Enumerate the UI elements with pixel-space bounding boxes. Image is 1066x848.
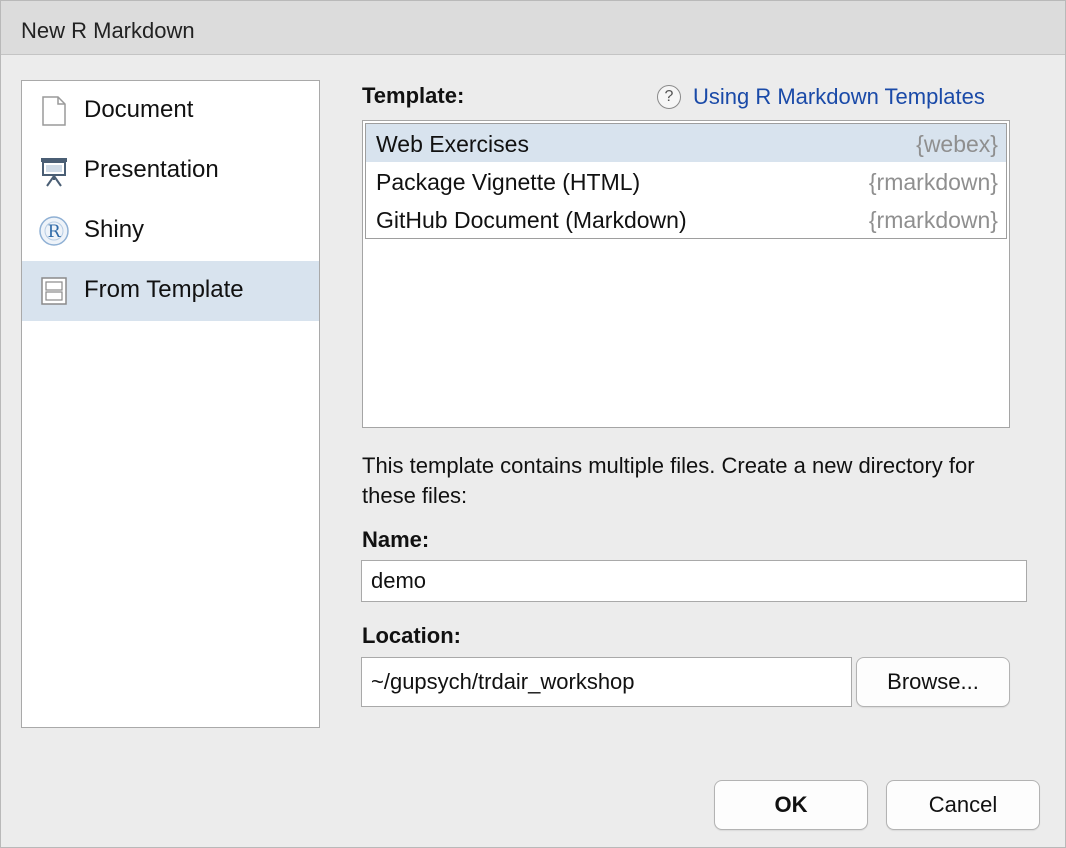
sidebar-item-shiny[interactable]: R Shiny: [22, 201, 319, 261]
sidebar-item-label: Presentation: [84, 156, 219, 183]
presentation-icon: [38, 155, 70, 187]
browse-button[interactable]: Browse...: [856, 657, 1010, 707]
sidebar-item-label: Document: [84, 96, 194, 123]
format-sidebar: Document Presentation R Shiny From Templ…: [21, 80, 320, 728]
sidebar-item-label: Shiny: [84, 216, 145, 243]
location-label: Location:: [362, 623, 461, 648]
help-icon: ?: [657, 85, 681, 109]
template-icon: [38, 275, 70, 307]
template-package: {rmarkdown}: [868, 207, 998, 233]
name-input[interactable]: [361, 560, 1027, 602]
template-label: Template:: [362, 83, 465, 108]
cancel-button[interactable]: Cancel: [886, 780, 1040, 830]
sidebar-item-from-template[interactable]: From Template: [22, 261, 319, 321]
shiny-icon: R: [38, 215, 70, 247]
template-item-github-document[interactable]: GitHub Document (Markdown) {rmarkdown}: [366, 200, 1006, 238]
document-icon: [38, 95, 70, 127]
ok-button[interactable]: OK: [714, 780, 868, 830]
title-bar: New R Markdown: [1, 1, 1065, 55]
new-r-markdown-dialog: New R Markdown Document Presentation R S…: [0, 0, 1066, 848]
template-item-web-exercises[interactable]: Web Exercises {webex}: [366, 124, 1006, 162]
dialog-title: New R Markdown: [21, 18, 195, 43]
template-name: Web Exercises: [376, 131, 529, 157]
svg-text:R: R: [48, 222, 62, 242]
template-description: This template contains multiple files. C…: [362, 453, 975, 508]
sidebar-item-document[interactable]: Document: [22, 81, 319, 141]
template-item-package-vignette[interactable]: Package Vignette (HTML) {rmarkdown}: [366, 162, 1006, 200]
template-package: {webex}: [916, 131, 998, 157]
template-list-items: Web Exercises {webex} Package Vignette (…: [365, 123, 1007, 239]
help-link-text: Using R Markdown Templates: [693, 84, 985, 109]
name-label: Name:: [362, 527, 430, 552]
templates-help-link[interactable]: ? Using R Markdown Templates: [657, 83, 985, 111]
template-name: GitHub Document (Markdown): [376, 207, 687, 233]
template-package: {rmarkdown}: [868, 169, 998, 195]
sidebar-item-presentation[interactable]: Presentation: [22, 141, 319, 201]
template-list[interactable]: Web Exercises {webex} Package Vignette (…: [362, 120, 1010, 428]
sidebar-item-label: From Template: [84, 276, 244, 303]
location-input[interactable]: [361, 657, 852, 707]
template-name: Package Vignette (HTML): [376, 169, 641, 195]
